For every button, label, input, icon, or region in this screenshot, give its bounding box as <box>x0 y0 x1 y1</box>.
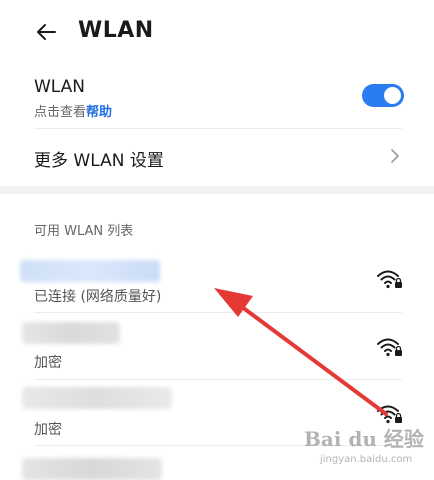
network-name-redacted <box>22 387 172 409</box>
page-title: WLAN <box>78 18 154 43</box>
divider <box>34 128 402 129</box>
watermark-url: jingyan.baidu.com <box>319 454 412 465</box>
help-text: 点击查看帮助 <box>34 101 112 120</box>
network-name-redacted <box>22 322 120 344</box>
help-prefix: 点击查看 <box>34 105 87 120</box>
wlan-toggle-switch[interactable] <box>362 84 404 107</box>
arrow-left-icon[interactable] <box>34 20 58 44</box>
network-status: 加密 <box>34 422 62 438</box>
baidu-jingyan-watermark: Bai du 经验 jingyan.baidu.com <box>304 427 424 465</box>
row-divider <box>34 379 402 380</box>
row-divider <box>34 312 402 313</box>
wifi-lock-icon <box>377 270 402 289</box>
toggle-knob <box>384 87 401 104</box>
available-networks-title: 可用 WLAN 列表 <box>34 224 134 239</box>
app-header <box>0 0 434 64</box>
wlan-label: WLAN <box>34 77 86 97</box>
network-row[interactable]: 加密 <box>0 314 434 380</box>
help-link[interactable]: 帮助 <box>86 105 112 120</box>
section-separator <box>0 186 434 194</box>
network-name-redacted <box>22 458 162 480</box>
more-wlan-settings-label: 更多 WLAN 设置 <box>34 151 164 171</box>
wifi-lock-icon <box>377 338 402 357</box>
network-status: 加密 <box>34 355 62 371</box>
chevron-right-icon <box>391 149 399 163</box>
network-name-redacted <box>20 260 160 282</box>
network-status: 已连接 (网络质量好) <box>34 289 162 305</box>
network-row-connected[interactable]: 已连接 (网络质量好) <box>0 250 434 313</box>
watermark-brand: Bai du 经验 <box>304 427 424 451</box>
